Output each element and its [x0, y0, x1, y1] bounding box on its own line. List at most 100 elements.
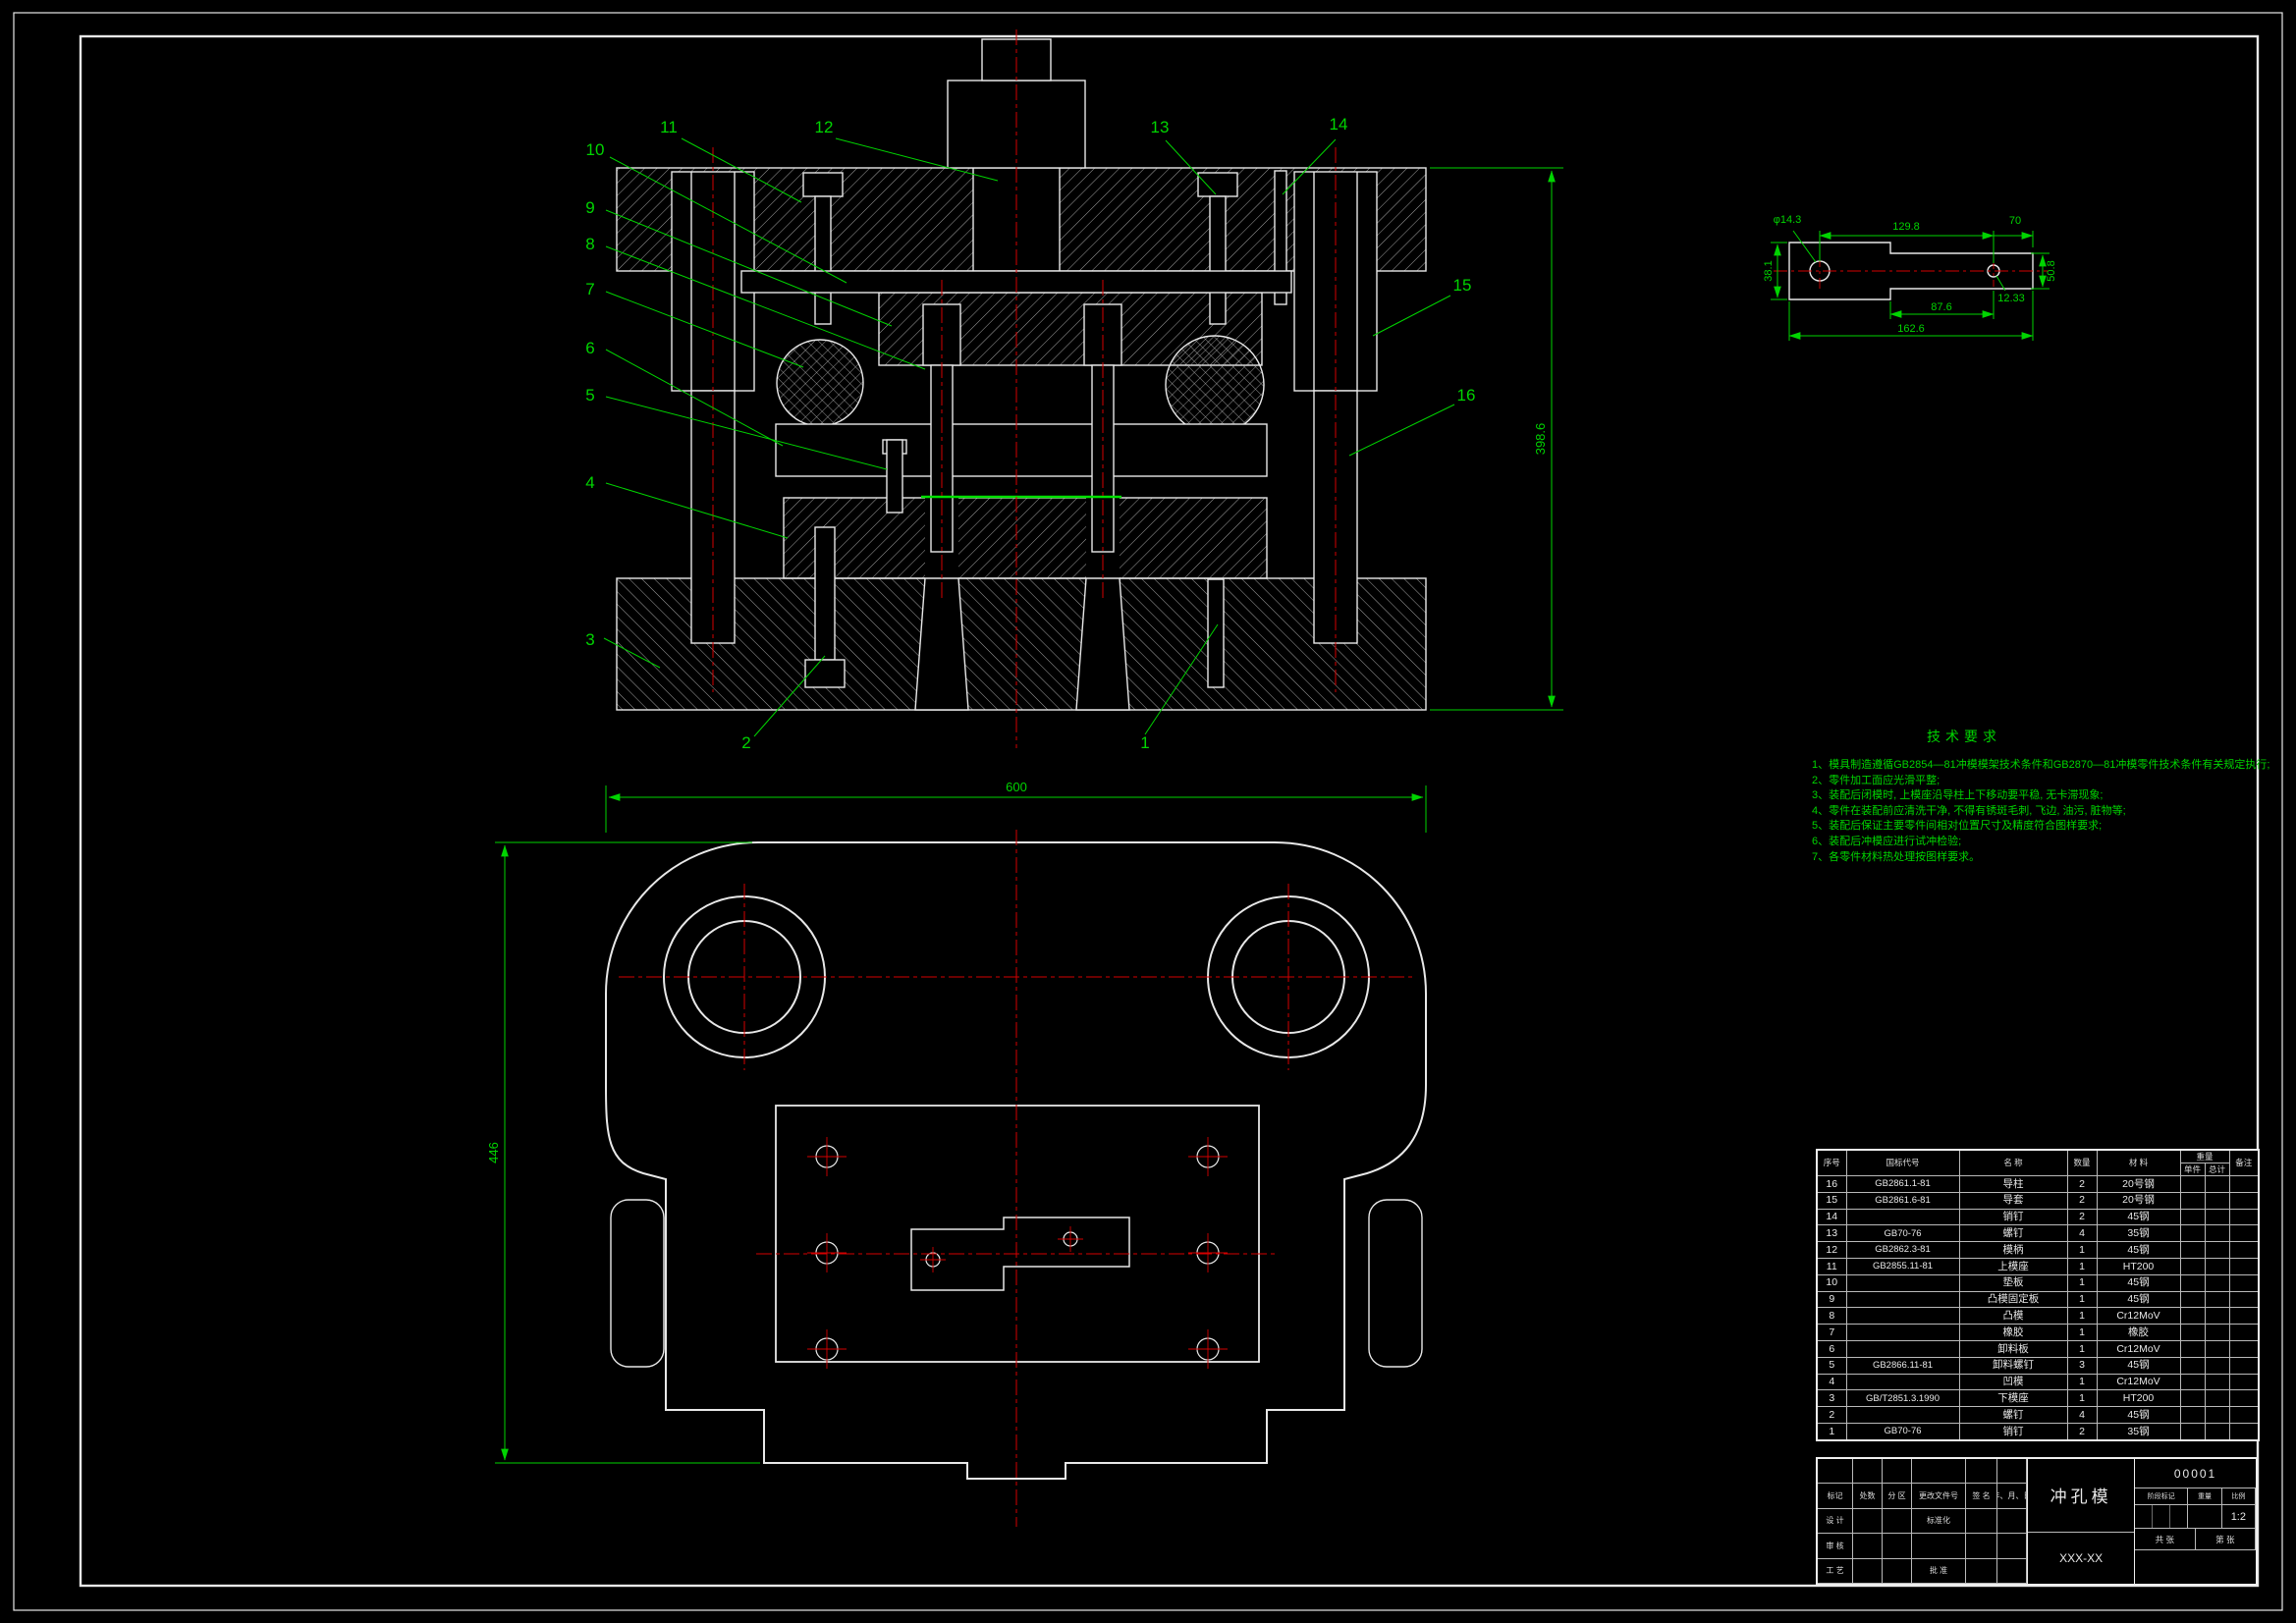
- zone-label: 分 区: [1883, 1484, 1912, 1508]
- empty-cell: [1997, 1559, 2027, 1584]
- callout-11: 11: [660, 118, 678, 136]
- bom-cell-weight-unit: [2180, 1423, 2205, 1439]
- bom-cell-code: GB2866.11-81: [1846, 1357, 1959, 1374]
- approve-label: 批 准: [1912, 1559, 1966, 1584]
- bom-cell-material: HT200: [2097, 1258, 2180, 1274]
- standard-label: 标准化: [1912, 1509, 1966, 1534]
- bom-cell-qty: 3: [2067, 1357, 2097, 1374]
- bom-cell-code: [1846, 1340, 1959, 1357]
- bom-cell-qty: 2: [2067, 1423, 2097, 1439]
- bom-cell-weight-total: [2205, 1274, 2229, 1291]
- bom-cell-weight-total: [2205, 1374, 2229, 1390]
- technical-requirements-list: 1、模具制造遵循GB2854—81冲模模架技术条件和GB2870—81冲模零件技…: [1812, 758, 2283, 865]
- bom-cell-weight-total: [2205, 1258, 2229, 1274]
- bom-cell-note: [2229, 1308, 2259, 1325]
- bom-cell-note: [2229, 1258, 2259, 1274]
- technical-requirements-title: 技术要求: [1866, 727, 2062, 746]
- bom-cell-code: GB2861.1-81: [1846, 1176, 1959, 1193]
- bom-row: 2 螺钉 4 45钢: [1817, 1407, 2259, 1424]
- bom-table: 16 GB2861.1-81 导柱 2 20号钢 15 GB2861.6-81 …: [1816, 1149, 2260, 1441]
- bom-cell-material: 20号钢: [2097, 1192, 2180, 1209]
- bom-cell-weight-unit: [2180, 1308, 2205, 1325]
- sign-label: 签 名: [1966, 1484, 1997, 1508]
- bom-cell-qty: 4: [2067, 1225, 2097, 1242]
- info-value-row: 1:2: [2135, 1505, 2256, 1529]
- technical-requirement-item: 1、模具制造遵循GB2854—81冲模模架技术条件和GB2870—81冲模零件技…: [1812, 758, 2283, 774]
- bom-cell-num: 9: [1817, 1291, 1846, 1308]
- rubber-left: [777, 340, 863, 426]
- side-slot-right: [1369, 1200, 1422, 1367]
- bom-cell-weight-unit: [2180, 1390, 2205, 1407]
- bolt-holes-plan: [816, 1146, 1219, 1360]
- bom-cell-num: 2: [1817, 1407, 1846, 1424]
- revision-cell: [1997, 1459, 2027, 1484]
- bom-header-weight-unit: 单件: [2180, 1163, 2205, 1176]
- bom-cell-weight-total: [2205, 1407, 2229, 1424]
- die-plate-plan: [776, 1106, 1259, 1362]
- dim-detail-hole: 12.33: [1997, 293, 2025, 304]
- empty-cell: [1853, 1509, 1883, 1534]
- bom-cell-code: GB/T2851.3.1990: [1846, 1390, 1959, 1407]
- technical-requirement-item: 3、装配后闭模时, 上模座沿导柱上下移动要平稳, 无卡滞现象;: [1812, 788, 2283, 804]
- bom-cell-code: [1846, 1374, 1959, 1390]
- bom-cell-weight-unit: [2180, 1242, 2205, 1259]
- bom-cell-num: 6: [1817, 1340, 1846, 1357]
- bom-cell-code: [1846, 1325, 1959, 1341]
- bom-cell-name: 螺钉: [1959, 1225, 2067, 1242]
- empty-cell: [2135, 1550, 2256, 1584]
- bom-cell-name: 卸料板: [1959, 1340, 2067, 1357]
- plan-hole-crosshairs: [807, 1137, 1228, 1369]
- dowel-pin-lower: [1208, 579, 1224, 687]
- bom-cell-qty: 1: [2067, 1340, 2097, 1357]
- callout-16: 16: [1457, 386, 1476, 405]
- sheet-total-label: 共 张: [2135, 1529, 2195, 1549]
- empty-cell: [1966, 1534, 1997, 1558]
- bom-cell-note: [2229, 1192, 2259, 1209]
- dim-detail-left: 38.1: [1763, 260, 1775, 281]
- bom-cell-weight-total: [2205, 1209, 2229, 1225]
- bom-cell-qty: 1: [2067, 1325, 2097, 1341]
- drawing-title: 冲孔模: [2028, 1459, 2134, 1532]
- bom-cell-note: [2229, 1357, 2259, 1374]
- bom-header-num: 序号: [1817, 1150, 1846, 1176]
- bom-row: 3 GB/T2851.3.1990 下模座 1 HT200: [1817, 1390, 2259, 1407]
- change-no-label: 更改文件号: [1912, 1484, 1966, 1508]
- title-block-revision-area: 标记 处数 分 区 更改文件号 签 名 年、月、日 设 计 标准化 审 核 工 …: [1818, 1459, 2027, 1584]
- revision-cell: [1912, 1459, 1966, 1484]
- bom-row: 14 销钉 2 45钢: [1817, 1209, 2259, 1225]
- slug-hole-left: [915, 578, 968, 710]
- bom-row: 16 GB2861.1-81 导柱 2 20号钢: [1817, 1176, 2259, 1193]
- callout-4: 4: [585, 473, 594, 492]
- bom-cell-num: 15: [1817, 1192, 1846, 1209]
- callout-12: 12: [815, 118, 834, 136]
- empty-cell: [1966, 1509, 1997, 1534]
- bom-cell-code: [1846, 1291, 1959, 1308]
- callout-2: 2: [741, 733, 750, 752]
- callout-14: 14: [1330, 115, 1348, 134]
- callout-5: 5: [585, 386, 594, 405]
- title-block-name-area: 冲孔模 XXX-XX: [2027, 1459, 2134, 1584]
- bom-header-weight: 重量: [2180, 1150, 2229, 1163]
- revision-cell: [1853, 1459, 1883, 1484]
- bom-cell-note: [2229, 1340, 2259, 1357]
- bom-row: 9 凸模固定板 1 45钢: [1817, 1291, 2259, 1308]
- dim-detail-top1: 129.8: [1892, 221, 1920, 233]
- bom-cell-code: [1846, 1407, 1959, 1424]
- empty-cell: [1853, 1534, 1883, 1558]
- dim-plan-height: 446: [486, 1142, 501, 1163]
- bom-cell-code: GB2862.3-81: [1846, 1242, 1959, 1259]
- bom-cell-note: [2229, 1423, 2259, 1439]
- scale-label: 比例: [2222, 1488, 2256, 1504]
- bom-cell-material: 45钢: [2097, 1357, 2180, 1374]
- bom-cell-qty: 2: [2067, 1176, 2097, 1193]
- callout-6: 6: [585, 339, 594, 357]
- info-label-row: 阶段标记 重量 比例: [2135, 1488, 2256, 1505]
- bom-cell-num: 8: [1817, 1308, 1846, 1325]
- stage-mark-boxes: [2135, 1505, 2188, 1528]
- drawing-sheet: 398.6 1 2 3 4 5 6 7 8 9 10 11 12 13 14 1…: [0, 0, 2296, 1623]
- callout-7: 7: [585, 280, 594, 298]
- bom-cell-weight-unit: [2180, 1407, 2205, 1424]
- bom-cell-code: GB70-76: [1846, 1225, 1959, 1242]
- bom-cell-weight-unit: [2180, 1325, 2205, 1341]
- bom-cell-material: 20号钢: [2097, 1176, 2180, 1193]
